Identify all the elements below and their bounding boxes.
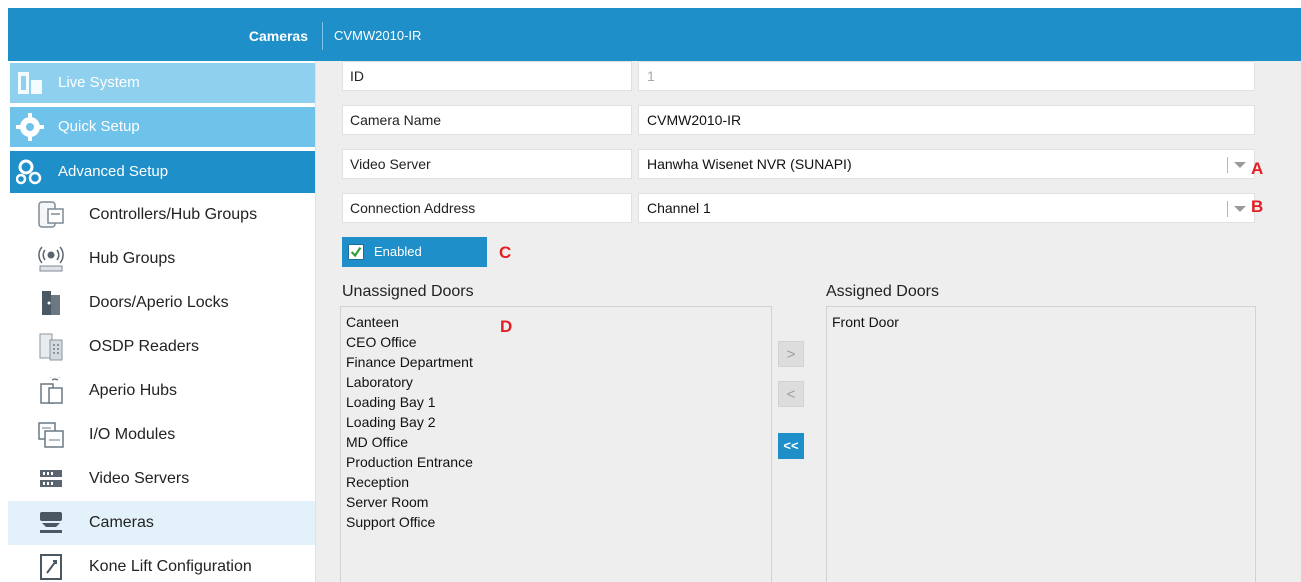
unassigned-doors-list[interactable]: Canteen CEO Office Finance Department La… — [340, 306, 772, 582]
sidebar-item-video-servers[interactable]: Video Servers — [8, 457, 315, 501]
list-item[interactable]: MD Office — [346, 432, 766, 452]
list-item[interactable]: Finance Department — [346, 352, 766, 372]
assigned-doors-list[interactable]: Front Door — [826, 306, 1256, 582]
unassigned-doors-title: Unassigned Doors — [342, 283, 474, 300]
sidebar-item-controllers-hub-groups[interactable]: Controllers/Hub Groups — [8, 193, 315, 237]
sidebar-item-osdp-readers[interactable]: OSDP Readers — [8, 325, 315, 369]
unassign-button[interactable]: < — [778, 381, 804, 407]
sidebar-section-label: Advanced Setup — [58, 163, 169, 180]
gears-icon — [16, 159, 42, 185]
sidebar-item-label: Doors/Aperio Locks — [89, 294, 229, 311]
checkmark-icon — [348, 244, 364, 260]
lift-icon — [40, 554, 62, 580]
id-label: ID — [342, 61, 632, 91]
camera-form: ID 1 Camera Name CVMW2010-IR Video Serve… — [316, 61, 1301, 582]
enabled-label: Enabled — [374, 244, 422, 259]
assigned-doors-title: Assigned Doors — [826, 283, 939, 300]
sidebar-item-label: Kone Lift Configuration — [89, 558, 252, 575]
assign-button[interactable]: > — [778, 341, 804, 367]
marker-d: D — [500, 317, 513, 336]
io-module-icon — [38, 422, 64, 448]
sidebar-item-label: Hub Groups — [89, 250, 176, 267]
list-item[interactable]: Reception — [346, 472, 766, 492]
card-reader-icon — [39, 333, 63, 361]
chevron-down-icon[interactable] — [1234, 162, 1246, 168]
controller-icon — [38, 201, 64, 228]
list-item[interactable]: Server Room — [346, 492, 766, 512]
list-item[interactable]: Loading Bay 2 — [346, 412, 766, 432]
list-item[interactable]: CEO Office — [346, 332, 766, 352]
sidebar-section-advanced-setup[interactable]: Advanced Setup — [10, 151, 315, 193]
video-server-value: Hanwha Wisenet NVR (SUNAPI) — [647, 156, 852, 172]
connection-address-select[interactable]: Channel 1 — [638, 193, 1255, 223]
title-bar: Cameras CVMW2010-IR — [8, 8, 1301, 61]
live-system-icon — [18, 72, 42, 94]
sidebar-item-hub-groups[interactable]: Hub Groups — [8, 237, 315, 281]
title-separator — [322, 22, 323, 50]
sidebar-item-label: Cameras — [89, 514, 154, 531]
sidebar-section-live-system[interactable]: Live System — [10, 63, 315, 103]
camera-name-input[interactable]: CVMW2010-IR — [638, 105, 1255, 135]
list-item[interactable]: Production Entrance — [346, 452, 766, 472]
sidebar-section-quick-setup[interactable]: Quick Setup — [10, 107, 315, 147]
sidebar-item-label: Aperio Hubs — [89, 382, 178, 399]
sidebar-section-label: Quick Setup — [58, 118, 140, 135]
sidebar-section-label: Live System — [58, 74, 140, 91]
list-item[interactable]: Support Office — [346, 512, 766, 532]
camera-name-label: Camera Name — [342, 105, 632, 135]
wireless-hub-icon — [38, 246, 64, 272]
video-server-icon — [40, 470, 62, 487]
sidebar-item-io-modules[interactable]: I/O Modules — [8, 413, 315, 457]
sidebar-item-doors-aperio-locks[interactable]: Doors/Aperio Locks — [8, 281, 315, 325]
sidebar-item-aperio-hubs[interactable]: Aperio Hubs — [8, 369, 315, 413]
sidebar-item-label: Video Servers — [89, 470, 190, 487]
id-field: 1 — [638, 61, 1255, 91]
dropdown-separator — [1227, 157, 1228, 173]
sidebar-item-label: OSDP Readers — [89, 338, 199, 355]
sidebar-item-cameras[interactable]: Cameras — [8, 501, 315, 545]
list-item[interactable]: Loading Bay 1 — [346, 392, 766, 412]
sidebar-item-label: Controllers/Hub Groups — [89, 206, 258, 223]
marker-a: A — [1251, 159, 1264, 178]
enabled-checkbox[interactable]: Enabled — [342, 237, 487, 267]
list-item[interactable]: Laboratory — [346, 372, 766, 392]
unassign-all-button[interactable]: << — [778, 433, 804, 459]
sidebar-item-kone-lift-configuration[interactable]: Kone Lift Configuration — [8, 545, 315, 582]
sidebar-item-label: I/O Modules — [89, 426, 176, 443]
camera-icon — [40, 512, 62, 533]
sidebar: Live System Quick Setup Advanced Setup C… — [8, 61, 316, 582]
record-title: CVMW2010-IR — [334, 28, 422, 43]
gear-icon — [16, 113, 44, 141]
connection-address-value: Channel 1 — [647, 200, 711, 216]
list-item[interactable]: Front Door — [832, 312, 1250, 332]
marker-c: C — [499, 243, 512, 262]
chevron-down-icon[interactable] — [1234, 206, 1246, 212]
door-icon — [42, 291, 60, 315]
video-server-label: Video Server — [342, 149, 632, 179]
list-item[interactable]: Canteen — [346, 312, 766, 332]
video-server-select[interactable]: Hanwha Wisenet NVR (SUNAPI) — [638, 149, 1255, 179]
marker-b: B — [1251, 197, 1264, 216]
aperio-hub-icon — [40, 377, 63, 404]
dropdown-separator — [1227, 201, 1228, 217]
connection-address-label: Connection Address — [342, 193, 632, 223]
module-title: Cameras — [248, 28, 308, 44]
